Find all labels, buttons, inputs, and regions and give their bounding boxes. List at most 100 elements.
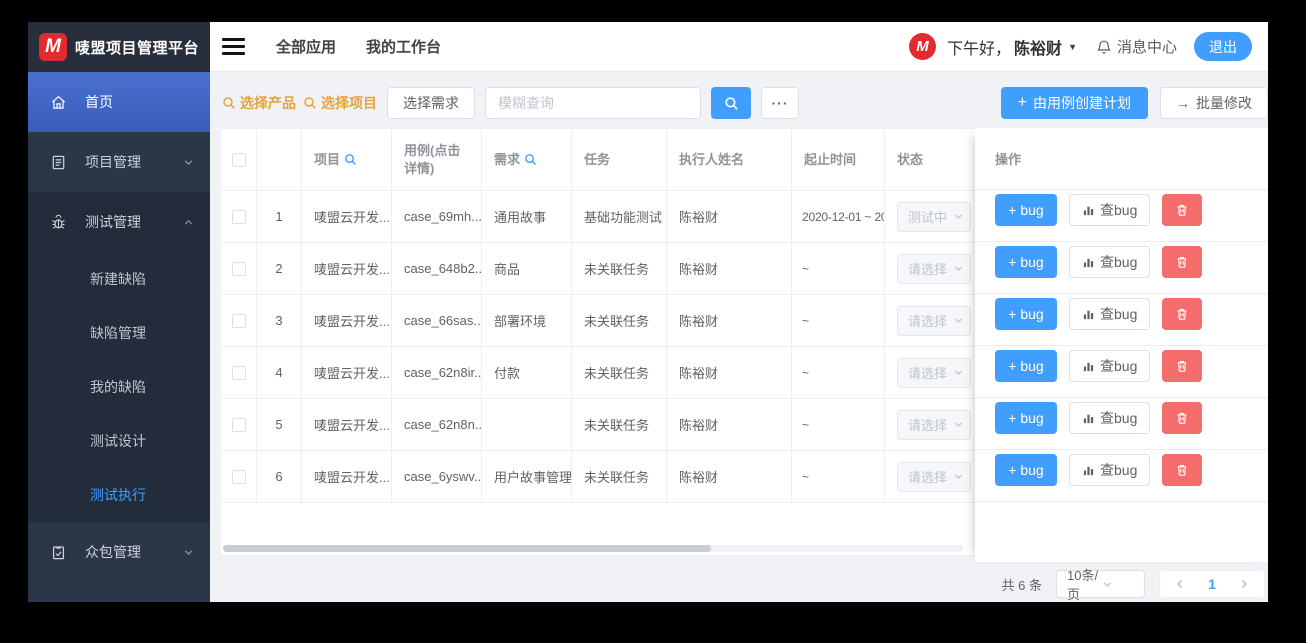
view-bug-button[interactable]: 查bug (1069, 298, 1151, 330)
add-bug-button[interactable]: + bug (995, 298, 1057, 330)
row-checkbox[interactable] (231, 417, 246, 432)
row-checkbox-cell (221, 243, 257, 294)
caret-down-icon: ▼ (1068, 41, 1077, 52)
action-row: + bug 查bug (975, 242, 1268, 294)
row-index: 5 (257, 399, 302, 450)
sidebar-item-home[interactable]: 首页 (28, 72, 210, 132)
sidebar-item-label: 测试执行 (90, 487, 146, 503)
view-bug-button[interactable]: 查bug (1069, 246, 1151, 278)
delete-button[interactable] (1162, 298, 1203, 330)
view-bug-button[interactable]: 查bug (1069, 454, 1151, 486)
more-filters-button[interactable]: ··· (761, 87, 799, 119)
row-checkbox[interactable] (231, 313, 246, 328)
column-header-project: 项目 (302, 129, 392, 190)
row-checkbox[interactable] (231, 261, 246, 276)
column-header-usecase: 用例(点击详情) (392, 129, 482, 190)
status-select[interactable]: 请选择 (897, 409, 971, 440)
current-page[interactable]: 1 (1196, 576, 1228, 592)
select-product-link[interactable]: 选择产品 (222, 93, 296, 113)
add-bug-button[interactable]: + bug (995, 402, 1057, 434)
sidebar-menu: 首页项目管理测试管理新建缺陷缺陷管理我的缺陷测试设计测试执行众包管理结算管理 (28, 72, 210, 602)
select-demand-button[interactable]: 选择需求 (387, 87, 475, 119)
add-bug-button[interactable]: + bug (995, 194, 1057, 226)
status-select[interactable]: 请选择 (897, 253, 971, 284)
status-select[interactable]: 测试中 (897, 201, 971, 232)
pager: 1 (1159, 570, 1265, 598)
sidebar-item-test-design[interactable]: 测试设计 (28, 414, 210, 468)
cell-project: 唛盟云开发... (302, 451, 392, 502)
sidebar-item-new-defect[interactable]: 新建缺陷 (28, 252, 210, 306)
bar-chart-icon (1082, 204, 1095, 217)
delete-button[interactable] (1162, 402, 1203, 434)
cell-executor: 陈裕财 (667, 191, 792, 242)
delete-button[interactable] (1162, 194, 1203, 226)
doc-icon (50, 154, 68, 171)
message-center-link[interactable]: 消息中心 (1096, 36, 1177, 57)
add-bug-button[interactable]: + bug (995, 454, 1057, 486)
next-page-button[interactable] (1228, 578, 1260, 590)
logout-button[interactable]: 退出 (1194, 32, 1252, 61)
page-size-select[interactable]: 10条/页 (1056, 568, 1145, 602)
navbar-right: M 下午好， 陈裕财 ▼ 消息中心 退出 (909, 32, 1268, 61)
hamburger-menu-icon[interactable] (222, 38, 245, 55)
batch-edit-button[interactable]: → 批量修改 (1160, 87, 1268, 119)
sidebar-item-my-defects[interactable]: 我的缺陷 (28, 360, 210, 414)
cell-daterange: ~ (792, 399, 885, 450)
navbar-tabs: 全部应用 我的工作台 (276, 36, 441, 57)
cell-daterange: ~ (792, 295, 885, 346)
sidebar-item-test-execution[interactable]: 测试执行 (28, 468, 210, 522)
sidebar-item-project-management[interactable]: 项目管理 (28, 132, 210, 192)
row-checkbox[interactable] (231, 469, 246, 484)
delete-button[interactable] (1162, 246, 1203, 278)
row-checkbox[interactable] (231, 365, 246, 380)
status-select[interactable]: 请选择 (897, 461, 971, 492)
cell-project: 唛盟云开发... (302, 347, 392, 398)
chevron-down-icon (183, 547, 194, 558)
column-search-icon[interactable] (344, 153, 357, 166)
trash-icon (1175, 203, 1189, 217)
trash-icon (1175, 463, 1189, 477)
row-checkbox-cell (221, 399, 257, 450)
user-menu[interactable]: 下午好， 陈裕财 ▼ (947, 35, 1077, 59)
create-plan-button[interactable]: + 由用例创建计划 (1000, 87, 1148, 119)
clipboard-icon (50, 544, 68, 561)
bell-icon (1096, 39, 1112, 55)
row-checkbox[interactable] (231, 209, 246, 224)
add-bug-button[interactable]: + bug (995, 246, 1057, 278)
add-bug-button[interactable]: + bug (995, 350, 1057, 382)
column-search-icon[interactable] (524, 153, 537, 166)
status-select[interactable]: 请选择 (897, 357, 971, 388)
prev-page-button[interactable] (1164, 578, 1196, 590)
sidebar-item-crowdsource-management[interactable]: 众包管理 (28, 522, 210, 582)
avatar: M (909, 33, 937, 60)
action-row: + bug 查bug (975, 398, 1268, 450)
cell-executor: 陈裕财 (667, 295, 792, 346)
greeting-text: 下午好， (947, 40, 1012, 58)
view-bug-button[interactable]: 查bug (1069, 194, 1151, 226)
view-bug-button[interactable]: 查bug (1069, 402, 1151, 434)
tab-all-apps[interactable]: 全部应用 (276, 36, 336, 57)
home-icon (50, 94, 68, 111)
sidebar-item-test-management[interactable]: 测试管理 (28, 192, 210, 252)
cell-usecase: case_66sas... (392, 295, 482, 346)
action-row: + bug 查bug (975, 450, 1268, 502)
select-all-checkbox[interactable] (231, 152, 246, 167)
fuzzy-search-input[interactable] (485, 87, 701, 119)
delete-button[interactable] (1162, 454, 1203, 486)
cell-daterange: ~ (792, 451, 885, 502)
sidebar: M 唛盟项目管理平台 首页 项目管理 测试管理 新建缺陷 缺陷管理 我的缺陷 测试设计 测试执… (28, 22, 210, 602)
sidebar-item-partial-item[interactable]: 结算管理 (28, 582, 210, 602)
scrollbar-thumb[interactable] (223, 545, 712, 552)
view-bug-button[interactable]: 查bug (1069, 350, 1151, 382)
column-header-checkbox (221, 129, 257, 190)
tab-my-workbench[interactable]: 我的工作台 (366, 36, 441, 57)
horizontal-scrollbar[interactable] (223, 545, 963, 552)
status-select[interactable]: 请选择 (897, 305, 971, 336)
message-center-label: 消息中心 (1116, 39, 1177, 56)
search-button[interactable] (711, 87, 751, 119)
sidebar-item-defect-management[interactable]: 缺陷管理 (28, 306, 210, 360)
delete-button[interactable] (1162, 350, 1203, 382)
plus-icon: + (1017, 94, 1027, 111)
search-icon (222, 96, 236, 110)
select-project-link[interactable]: 选择项目 (303, 93, 377, 113)
